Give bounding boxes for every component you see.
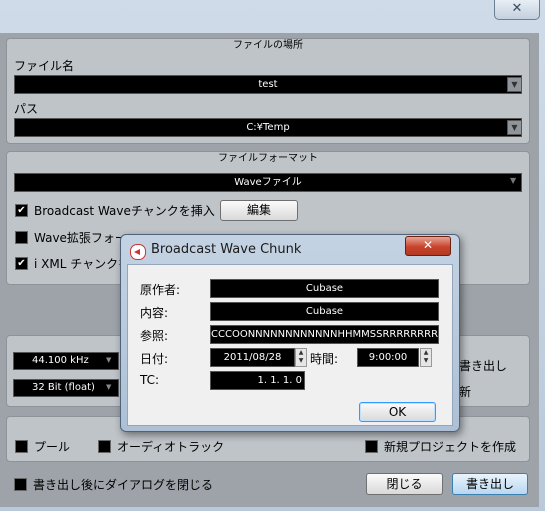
sample-rate-select[interactable]: 44.100 kHz [13, 352, 119, 370]
file-location-title: ファイルの場所 [233, 40, 303, 51]
path-dropdown-icon[interactable]: ▼ [507, 120, 522, 135]
audio-track-label: オーディオトラック [117, 440, 225, 454]
bit-depth-chevron-icon: ▼ [106, 383, 112, 391]
close-after-export-checkbox[interactable] [14, 478, 27, 491]
filename-label: ファイル名 [14, 59, 75, 73]
timecode-label: TC: [140, 373, 160, 387]
file-type-chevron-icon: ▼ [510, 176, 517, 185]
new-project-label: 新規プロジェクトを作成 [384, 440, 517, 454]
description-label: 内容: [140, 306, 169, 320]
file-location-panel: ファイルの場所 ファイル名 test ▼ パス C:¥Temp ▼ [6, 38, 530, 144]
bwf-label: Broadcast Waveチャンクを挿入 [34, 204, 215, 218]
dialog-close-button[interactable]: ✕ [405, 236, 451, 256]
export-option-label: 書き出し [459, 359, 508, 373]
new-option-label: 新 [459, 385, 472, 399]
time-field[interactable]: 9:00:00 [357, 348, 419, 367]
reference-label: 参照: [140, 329, 169, 343]
ixml-label: i XML チャンクを [34, 257, 131, 271]
wave-extensible-checkbox[interactable] [15, 231, 28, 244]
file-format-title: ファイルフォーマット [218, 153, 318, 164]
filename-field[interactable]: test [14, 75, 522, 94]
timecode-field[interactable]: 1. 1. 1. 0 [210, 371, 305, 390]
cubase-app-icon [130, 244, 146, 260]
export-button[interactable]: 書き出し [452, 473, 528, 495]
path-label: パス [14, 102, 39, 116]
new-project-checkbox[interactable] [365, 440, 378, 453]
file-type-select[interactable]: Waveファイル [14, 173, 522, 192]
date-field[interactable]: 2011/08/28 [210, 348, 295, 367]
time-label: 時間: [310, 352, 339, 366]
description-field[interactable]: Cubase [210, 302, 439, 321]
author-field[interactable]: Cubase [210, 279, 439, 298]
window-close-button[interactable]: ✕ [494, 0, 540, 20]
author-label: 原作者: [140, 283, 181, 297]
time-spinner[interactable]: ▲ ▼ [420, 348, 432, 367]
close-after-export-label: 書き出し後にダイアログを閉じる [33, 478, 214, 492]
broadcast-wave-chunk-dialog: Broadcast Wave Chunk ✕ 原作者: Cubase 内容: C… [120, 234, 460, 432]
dialog-title: Broadcast Wave Chunk [151, 242, 302, 257]
bwf-checkbox[interactable] [15, 204, 28, 217]
close-button[interactable]: 閉じる [366, 473, 443, 495]
dialog-body: 原作者: Cubase 内容: Cubase 参照: CCCOONNNNNNNN… [127, 264, 453, 426]
filename-dropdown-icon[interactable]: ▼ [507, 77, 522, 92]
ok-button[interactable]: OK [359, 402, 436, 422]
pool-checkbox[interactable] [15, 440, 28, 453]
reference-field[interactable]: CCCOONNNNNNNNNNNNHHMMSSRRRRRRRRR [210, 325, 439, 344]
edit-button[interactable]: 編集 [220, 200, 298, 221]
wave-extensible-label: Wave拡張フォー [34, 231, 127, 245]
date-label: 日付: [140, 352, 169, 366]
path-field[interactable]: C:¥Temp [14, 118, 522, 137]
bit-depth-select[interactable]: 32 Bit (float) [13, 379, 119, 397]
pool-label: プール [34, 440, 71, 454]
sample-rate-chevron-icon: ▼ [106, 356, 112, 364]
ixml-checkbox[interactable] [15, 257, 28, 270]
audio-track-checkbox[interactable] [98, 440, 111, 453]
date-spinner[interactable]: ▲ ▼ [295, 348, 307, 367]
